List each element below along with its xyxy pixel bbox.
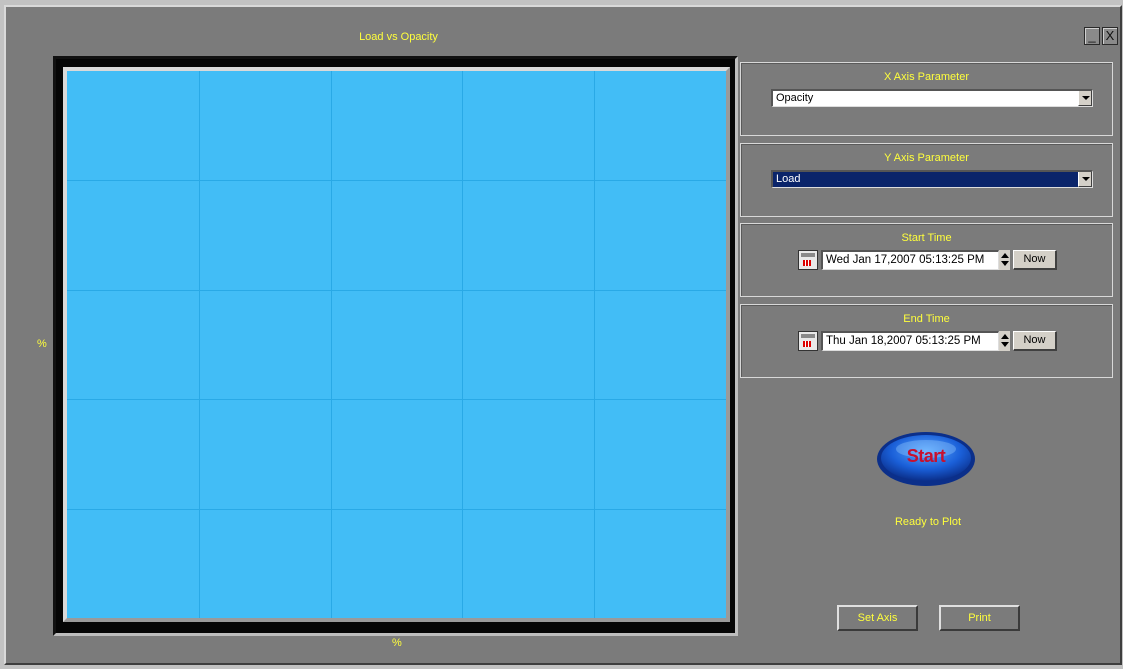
calendar-icon[interactable] bbox=[798, 331, 818, 351]
plot-grid bbox=[67, 71, 726, 618]
y-axis-parameter-title: Y Axis Parameter bbox=[884, 152, 969, 164]
set-axis-button[interactable]: Set Axis bbox=[837, 605, 918, 631]
y-axis-parameter-select[interactable]: Load bbox=[771, 170, 1093, 188]
chevron-down-icon[interactable] bbox=[1078, 172, 1092, 187]
calendar-icon[interactable] bbox=[798, 250, 818, 270]
y-axis-label: % bbox=[37, 338, 47, 350]
end-time-spinner[interactable] bbox=[999, 331, 1010, 351]
status-text: Ready to Plot bbox=[894, 516, 962, 528]
y-axis-parameter-value: Load bbox=[776, 173, 801, 185]
start-button-label: Start bbox=[906, 446, 946, 466]
start-time-now-button[interactable]: Now bbox=[1013, 250, 1057, 270]
spin-down-icon[interactable] bbox=[1001, 261, 1009, 266]
plot-area bbox=[63, 67, 730, 622]
minimize-button[interactable]: _ bbox=[1084, 27, 1100, 45]
end-time-now-button[interactable]: Now bbox=[1013, 331, 1057, 351]
chevron-down-icon[interactable] bbox=[1078, 91, 1092, 106]
plot-frame bbox=[53, 56, 738, 636]
close-button[interactable]: X bbox=[1102, 27, 1118, 45]
end-time-value: Thu Jan 18,2007 05:13:25 PM bbox=[826, 335, 981, 347]
end-time-field[interactable]: Thu Jan 18,2007 05:13:25 PM bbox=[821, 331, 999, 351]
print-button[interactable]: Print bbox=[939, 605, 1020, 631]
start-button[interactable]: Start bbox=[876, 431, 976, 487]
start-time-group: Start Time Wed Jan 17,2007 05:13:25 PM N… bbox=[740, 223, 1113, 297]
start-time-title: Start Time bbox=[901, 232, 952, 244]
x-axis-label: % bbox=[392, 637, 402, 649]
end-time-title: End Time bbox=[903, 313, 950, 325]
start-time-value: Wed Jan 17,2007 05:13:25 PM bbox=[826, 254, 985, 266]
spin-down-icon[interactable] bbox=[1001, 342, 1009, 347]
x-axis-parameter-value: Opacity bbox=[776, 92, 814, 104]
start-time-spinner[interactable] bbox=[999, 250, 1010, 270]
end-time-group: End Time Thu Jan 18,2007 05:13:25 PM Now bbox=[740, 304, 1113, 378]
chart-title: Load vs Opacity bbox=[359, 31, 438, 43]
spin-up-icon[interactable] bbox=[1001, 253, 1009, 258]
x-axis-parameter-group: X Axis Parameter Opacity bbox=[740, 62, 1113, 136]
x-axis-parameter-select[interactable]: Opacity bbox=[771, 89, 1093, 107]
start-time-field[interactable]: Wed Jan 17,2007 05:13:25 PM bbox=[821, 250, 999, 270]
x-axis-parameter-title: X Axis Parameter bbox=[884, 71, 969, 83]
y-axis-parameter-group: Y Axis Parameter Load bbox=[740, 143, 1113, 217]
spin-up-icon[interactable] bbox=[1001, 334, 1009, 339]
